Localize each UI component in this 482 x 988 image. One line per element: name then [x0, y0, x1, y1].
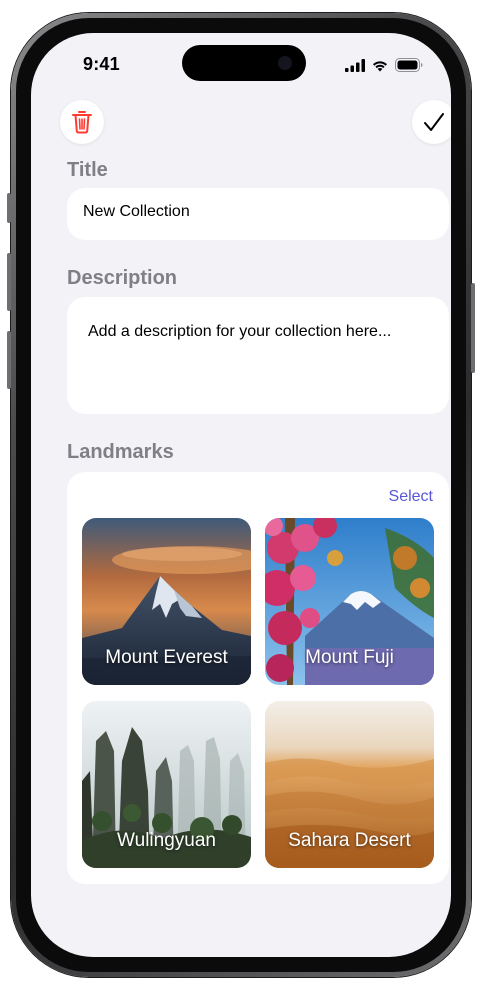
- phone-frame: 9:41 Title New Collection Description Ad…: [7, 13, 475, 977]
- title-section-label: Title: [67, 159, 108, 181]
- description-placeholder: Add a description for your collection he…: [88, 323, 392, 340]
- landmarks-section-label: Landmarks: [67, 441, 174, 463]
- cellular-signal-icon: [345, 58, 365, 72]
- status-icons: [345, 57, 423, 73]
- screen: 9:41 Title New Collection Description Ad…: [31, 33, 451, 957]
- bezel: 9:41 Title New Collection Description Ad…: [16, 18, 466, 972]
- status-time: 9:41: [83, 54, 120, 74]
- landmark-tile-sahara-desert[interactable]: Sahara Desert: [265, 701, 434, 868]
- landmark-name: Mount Fuji: [305, 647, 394, 668]
- landmark-tile-mount-everest[interactable]: Mount Everest: [82, 518, 251, 685]
- delete-button[interactable]: [60, 100, 104, 144]
- power-button: [471, 283, 475, 373]
- landmark-tile-wulingyuan[interactable]: Wulingyuan: [82, 701, 251, 868]
- landmark-name: Sahara Desert: [288, 830, 411, 851]
- description-field[interactable]: Add a description for your collection he…: [67, 297, 449, 414]
- description-section-label: Description: [67, 267, 178, 289]
- landmark-tile-mount-fuji[interactable]: Mount Fuji: [265, 518, 434, 685]
- trash-icon: [72, 111, 92, 134]
- dynamic-island: [182, 45, 306, 81]
- status-bar: 9:41: [31, 33, 451, 93]
- select-button[interactable]: Select: [389, 488, 433, 506]
- landmarks-card: Select Mount Everest Mount Fuji Wulingyu…: [67, 472, 449, 884]
- landmark-name: Wulingyuan: [117, 830, 216, 851]
- checkmark-icon: [424, 113, 444, 131]
- volume-up-button: [7, 253, 11, 311]
- landmark-name: Mount Everest: [105, 647, 228, 668]
- done-button[interactable]: [412, 100, 451, 144]
- action-button: [7, 193, 11, 223]
- title-field[interactable]: New Collection: [67, 188, 449, 240]
- volume-down-button: [7, 331, 11, 389]
- battery-icon: [395, 58, 423, 72]
- wifi-icon: [373, 60, 387, 71]
- camera-icon: [278, 56, 292, 70]
- title-input-value: New Collection: [83, 203, 190, 220]
